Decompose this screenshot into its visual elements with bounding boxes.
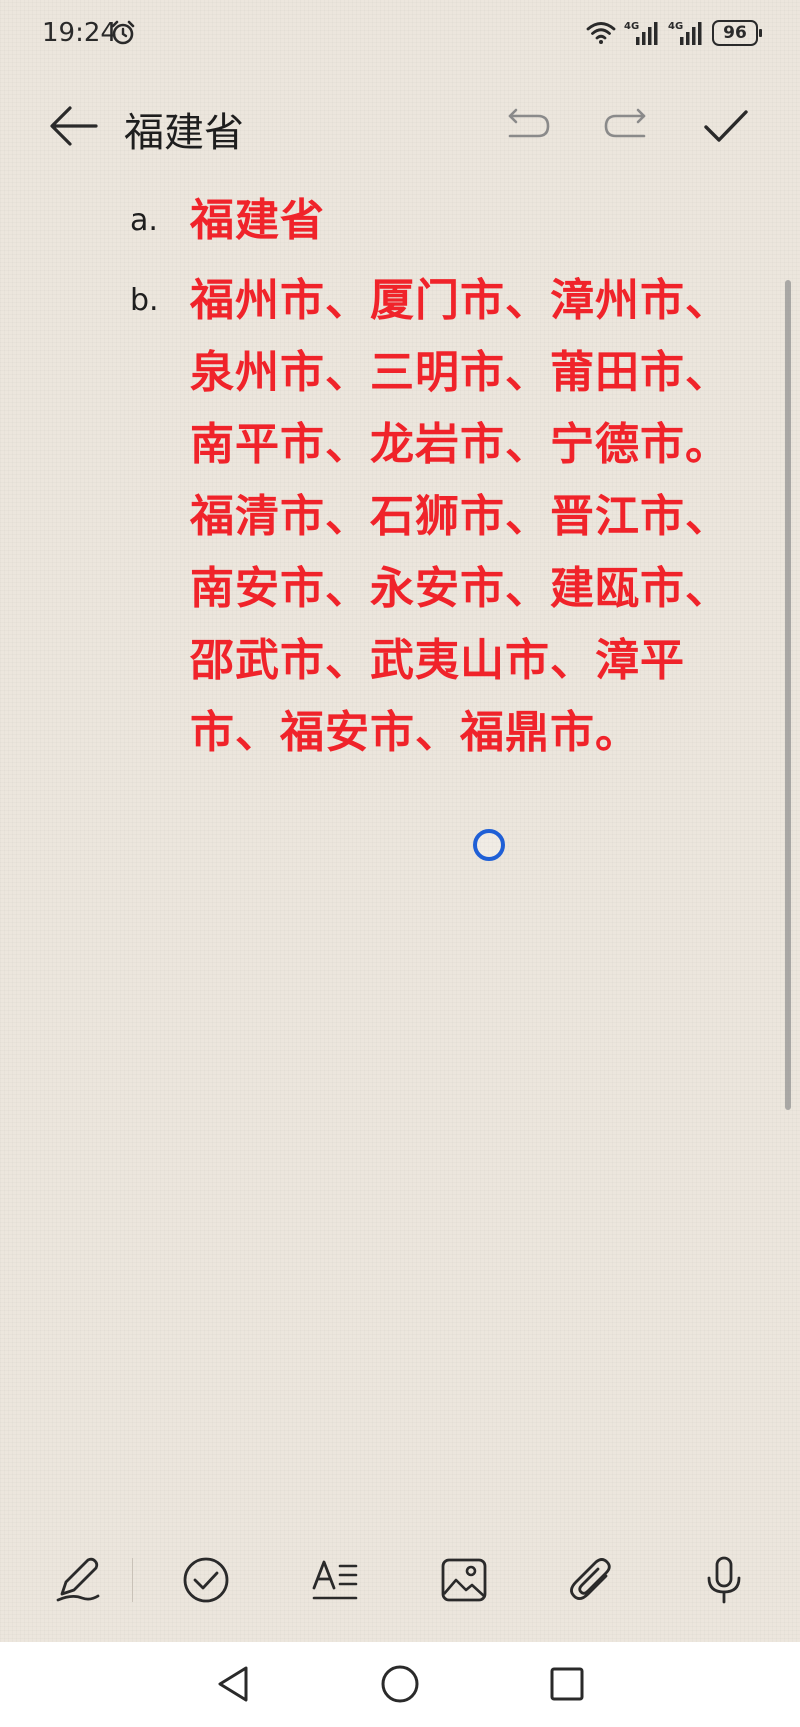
toolbar-divider (132, 1558, 133, 1602)
scrollbar[interactable] (785, 280, 791, 1110)
list-item-text[interactable]: 福建省 (190, 185, 730, 257)
text-cursor-handle[interactable] (473, 829, 505, 861)
status-bar: 19:24 4G 4G 96 (0, 0, 800, 66)
nav-recents-icon[interactable] (545, 1662, 589, 1706)
navigation-bar (0, 1642, 800, 1727)
status-icons: 4G 4G 96 (586, 18, 762, 48)
checkmark-icon[interactable] (702, 102, 750, 150)
list-marker: b. (130, 283, 159, 318)
network-label-2: 4G (668, 21, 683, 32)
note-content[interactable]: a. 福建省 b. 福州市、厦门市、漳州市、泉州市、三明市、莆田市、南平市、龙岩… (130, 185, 730, 777)
checkbox-icon[interactable] (180, 1554, 232, 1606)
attachment-icon[interactable] (566, 1554, 618, 1606)
wifi-icon (586, 22, 616, 44)
image-icon[interactable] (438, 1554, 490, 1606)
alarm-icon (111, 20, 135, 45)
bottom-toolbar (0, 1540, 800, 1620)
signal-icon-1: 4G (624, 21, 658, 45)
back-arrow-icon[interactable] (48, 102, 100, 150)
microphone-icon[interactable] (698, 1554, 750, 1606)
nav-back-icon[interactable] (212, 1662, 256, 1706)
page-title: 福建省 (124, 110, 244, 156)
title-bar: 福建省 (0, 86, 800, 166)
list-item-text[interactable]: 福州市、厦门市、漳州市、泉州市、三明市、莆田市、南平市、龙岩市、宁德市。 福清市… (190, 265, 730, 769)
nav-home-icon[interactable] (378, 1662, 422, 1706)
battery-indicator: 96 (712, 20, 762, 46)
network-label-1: 4G (624, 21, 639, 32)
undo-icon[interactable] (504, 106, 552, 146)
signal-icon-2: 4G (668, 21, 702, 45)
pen-icon[interactable] (52, 1554, 104, 1606)
status-time: 19:24 (42, 18, 117, 48)
list-marker: a. (130, 203, 158, 238)
list-item[interactable]: b. 福州市、厦门市、漳州市、泉州市、三明市、莆田市、南平市、龙岩市、宁德市。 … (130, 265, 730, 769)
list-item[interactable]: a. 福建省 (130, 185, 730, 257)
battery-level: 96 (723, 23, 747, 43)
text-format-icon[interactable] (310, 1554, 362, 1606)
redo-icon[interactable] (602, 106, 650, 146)
